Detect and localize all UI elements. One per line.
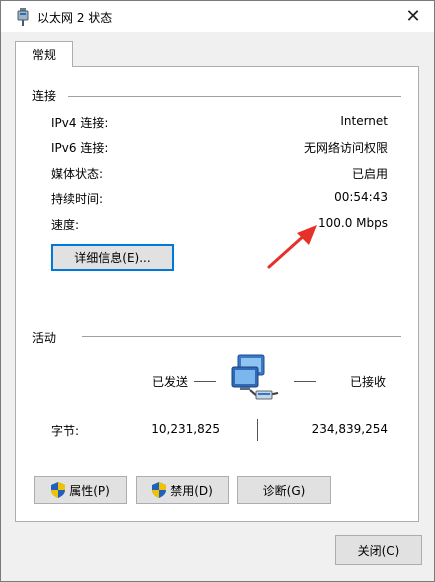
connection-separator (68, 96, 401, 97)
status-dialog: 以太网 2 状态 ✕ 常规 连接 IPv4 连接: Internet IPv6 … (0, 0, 435, 582)
ipv6-label: IPv6 连接: (51, 141, 109, 155)
connection-section-label: 连接 (32, 89, 57, 103)
bytes-sent-value: 10,231,825 (151, 422, 220, 436)
window-title: 以太网 2 状态 (37, 11, 113, 25)
diagnose-button[interactable]: 诊断(G) (237, 476, 331, 504)
sent-label: 已发送 (152, 375, 189, 389)
tab-general[interactable]: 常规 (15, 41, 73, 67)
uac-shield-icon (51, 482, 66, 498)
close-button[interactable]: 关闭(C) (335, 535, 422, 565)
activity-separator (82, 336, 401, 337)
title-bar[interactable]: 以太网 2 状态 ✕ (1, 1, 434, 32)
red-arrow-icon (267, 225, 317, 269)
disable-button[interactable]: 禁用(D) (136, 476, 229, 504)
received-label: 已接收 (350, 375, 387, 389)
properties-label: 属性(P) (69, 483, 110, 498)
general-panel: 连接 IPv4 连接: Internet IPv6 连接: 无网络访问权限 媒体… (15, 66, 419, 522)
ipv4-value: Internet (340, 114, 388, 128)
network-computers-icon (231, 354, 279, 400)
network-adapter-icon (17, 8, 29, 26)
activity-section-label: 活动 (32, 331, 57, 345)
details-button[interactable]: 详细信息(E)... (51, 244, 174, 271)
bytes-label: 字节: (51, 424, 80, 438)
properties-button[interactable]: 属性(P) (34, 476, 127, 504)
bytes-received-value: 234,839,254 (311, 422, 388, 436)
duration-value: 00:54:43 (334, 190, 388, 204)
media-status-value: 已启用 (351, 167, 388, 181)
duration-label: 持续时间: (51, 192, 104, 206)
uac-shield-icon (152, 482, 167, 498)
ipv6-value: 无网络访问权限 (303, 141, 388, 155)
bytes-divider (257, 419, 258, 441)
speed-value: 100.0 Mbps (317, 216, 388, 230)
ipv4-label: IPv4 连接: (51, 116, 109, 130)
close-icon[interactable]: ✕ (400, 4, 426, 28)
received-dash (294, 381, 316, 382)
speed-label: 速度: (51, 218, 80, 232)
media-status-label: 媒体状态: (51, 167, 104, 181)
sent-dash (194, 381, 216, 382)
disable-label: 禁用(D) (170, 483, 213, 498)
